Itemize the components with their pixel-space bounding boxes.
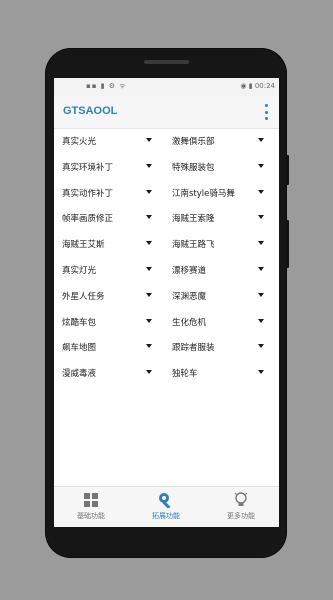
dropdown-arrow-icon <box>146 370 152 375</box>
feature-label: 漂移赛道 <box>172 266 207 276</box>
app-bar: GTSAOOL <box>54 96 279 129</box>
feature-dropdown[interactable]: 江南style骑马舞 <box>172 184 268 202</box>
status-icons-left: ▪▪ ▮ ⚙ ᯤ <box>86 82 127 90</box>
dropdown-arrow-icon <box>146 292 152 297</box>
dropdown-arrow-icon <box>146 241 152 246</box>
feature-label: 飙车地图 <box>62 343 97 354</box>
feature-label: 独轮车 <box>172 369 198 380</box>
overflow-menu-icon[interactable] <box>263 104 269 120</box>
feature-dropdown[interactable]: 激舞俱乐部 <box>172 132 268 150</box>
dropdown-arrow-icon <box>258 344 264 349</box>
tab-extended-features[interactable]: 拓展功能 <box>129 491 203 525</box>
tab-more-features[interactable]: 更多功能 <box>204 491 278 525</box>
status-bar: ▪▪ ▮ ⚙ ᯤ ◉ ▮ 00:24 <box>54 78 279 96</box>
feature-dropdown[interactable]: 深渊恶魔 <box>172 287 268 305</box>
feature-dropdown[interactable]: 生化危机 <box>172 313 268 331</box>
tab-label: 基础功能 <box>77 512 105 520</box>
dropdown-arrow-icon <box>258 267 264 271</box>
feature-dropdown[interactable]: 真实环境补丁 <box>62 158 156 176</box>
feature-label: 深渊恶魔 <box>172 291 207 302</box>
feature-label: 帧率画质修正 <box>62 214 114 225</box>
tab-label: 拓展功能 <box>152 512 180 520</box>
feature-dropdown[interactable]: 帧率画质修正 <box>62 209 156 227</box>
dropdown-arrow-icon <box>146 344 152 349</box>
feature-dropdown[interactable]: 独轮车 <box>172 364 268 382</box>
phone-speaker <box>144 60 189 64</box>
feature-label: 漫威毒液 <box>62 369 97 380</box>
tab-label: 更多功能 <box>227 512 255 520</box>
dropdown-arrow-icon <box>146 189 152 194</box>
dropdown-arrow-icon <box>146 318 152 323</box>
feature-label: 海贼王艾斯 <box>62 240 105 251</box>
bulb-icon <box>204 491 278 509</box>
feature-label: 海贼王索隆 <box>172 214 215 225</box>
feature-label: 炫酷车包 <box>62 317 97 328</box>
dropdown-arrow-icon <box>146 138 152 142</box>
feature-label: 生化危机 <box>172 317 207 328</box>
feature-dropdown[interactable]: 海贼王艾斯 <box>62 235 156 253</box>
feature-dropdown[interactable]: 飙车地图 <box>62 338 156 356</box>
feature-dropdown[interactable]: 真实灯光 <box>62 261 156 279</box>
app-screen: ▪▪ ▮ ⚙ ᯤ ◉ ▮ 00:24 GTSAOOL 真实火光 激舞俱乐部真实环境… <box>54 78 279 527</box>
feature-dropdown[interactable]: 真实动作补丁 <box>62 184 156 202</box>
bottom-nav: 基础功能 拓展功能 更多功能 <box>54 486 279 527</box>
dropdown-arrow-icon <box>146 267 152 271</box>
feature-label: 外星人任务 <box>62 291 105 302</box>
tab-basic-features[interactable]: 基础功能 <box>54 491 128 525</box>
dropdown-arrow-icon <box>258 241 264 246</box>
feature-dropdown[interactable]: 漂移赛道 <box>172 261 268 279</box>
wrench-icon <box>129 491 203 509</box>
feature-label: 真实灯光 <box>62 266 97 276</box>
feature-dropdown[interactable]: 真实火光 <box>62 132 156 150</box>
app-title: GTSAOOL <box>63 105 118 117</box>
feature-dropdown[interactable]: 跟踪者服装 <box>172 338 268 356</box>
grid-icon <box>54 491 128 509</box>
feature-label: 江南style骑马舞 <box>172 188 235 199</box>
feature-dropdown[interactable]: 海贼王索隆 <box>172 209 268 227</box>
feature-label: 特殊服装包 <box>172 162 215 173</box>
feature-label: 真实火光 <box>62 137 97 147</box>
dropdown-arrow-icon <box>258 138 264 142</box>
dropdown-arrow-icon <box>258 163 264 168</box>
feature-label: 海贼王路飞 <box>172 240 215 251</box>
feature-dropdown[interactable]: 特殊服装包 <box>172 158 268 176</box>
feature-dropdown[interactable]: 外星人任务 <box>62 287 156 305</box>
feature-dropdown[interactable]: 炫酷车包 <box>62 313 156 331</box>
dropdown-arrow-icon <box>258 318 264 323</box>
dropdown-arrow-icon <box>258 370 264 375</box>
volume-button <box>286 155 289 185</box>
dropdown-arrow-icon <box>146 215 152 220</box>
feature-label: 激舞俱乐部 <box>172 137 215 147</box>
dropdown-arrow-icon <box>146 163 152 168</box>
dropdown-arrow-icon <box>258 189 264 194</box>
status-clock: ◉ ▮ 00:24 <box>240 82 275 90</box>
dropdown-arrow-icon <box>258 215 264 220</box>
dropdown-arrow-icon <box>258 292 264 297</box>
feature-label: 真实动作补丁 <box>62 188 114 199</box>
feature-dropdown[interactable]: 海贼王路飞 <box>172 235 268 253</box>
feature-label: 跟踪者服装 <box>172 343 215 354</box>
power-button <box>286 220 289 268</box>
feature-dropdown[interactable]: 漫威毒液 <box>62 364 156 382</box>
feature-label: 真实环境补丁 <box>62 162 114 173</box>
